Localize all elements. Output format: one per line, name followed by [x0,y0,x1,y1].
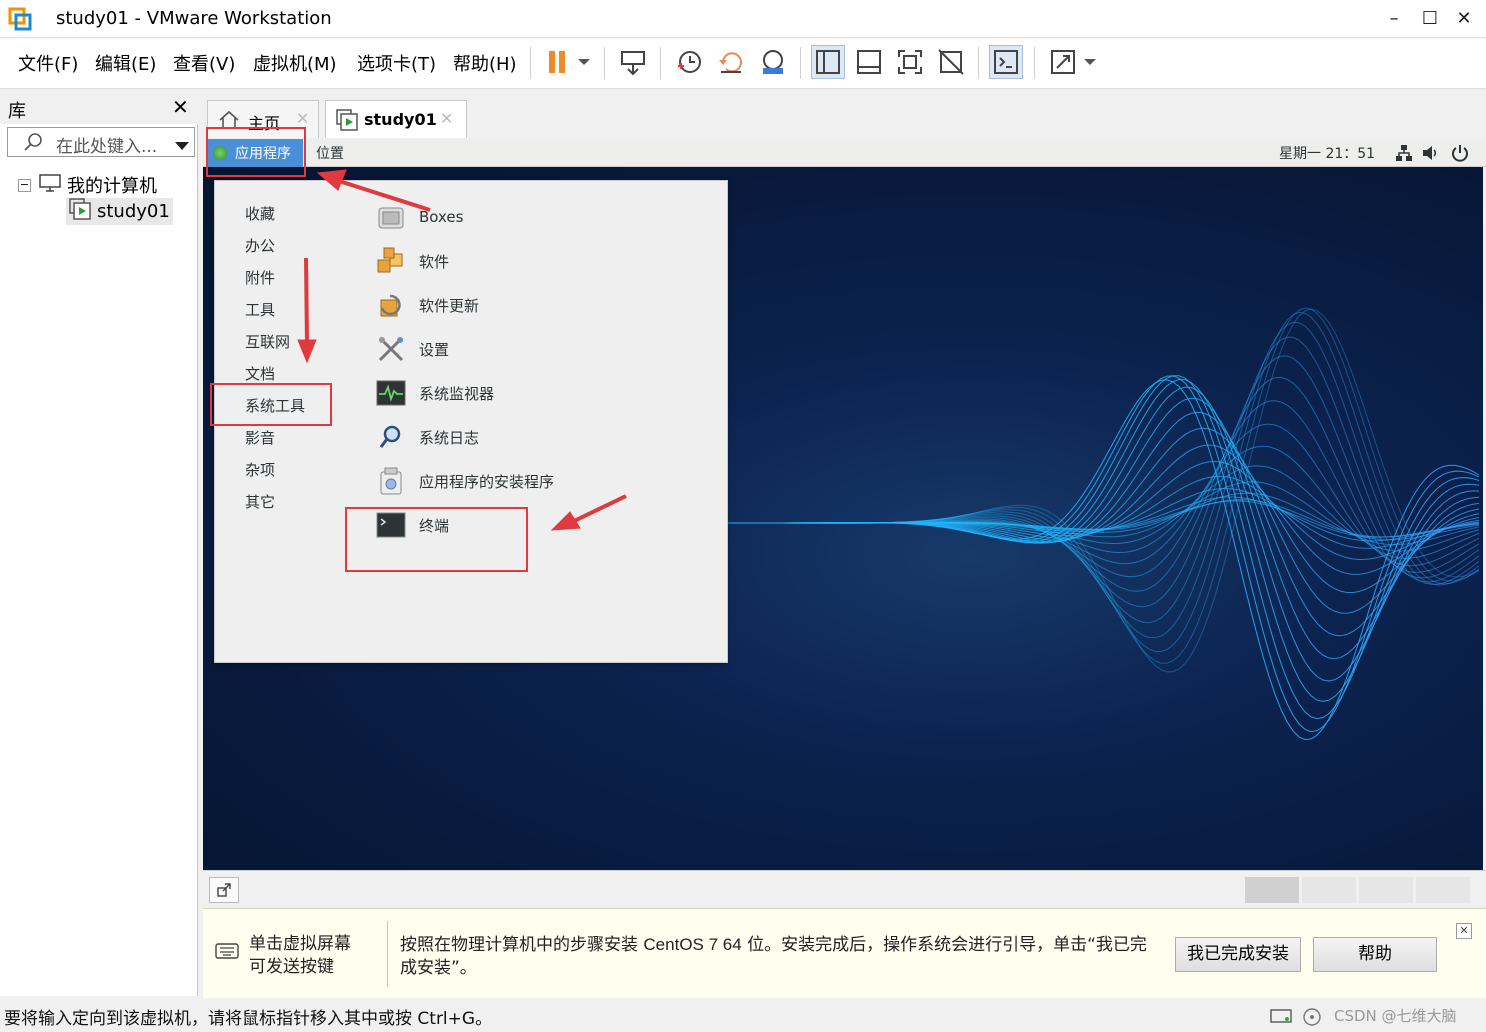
revert-snapshot-icon[interactable] [714,45,748,79]
fullscreen-icon[interactable] [893,45,927,79]
install-hint-bar: 单击虚拟屏幕 可发送按键 按照在物理计算机中的步骤安装 CentOS 7 64 … [203,908,1486,998]
system-monitor-icon [375,377,407,409]
vm-bottom-bar [203,870,1486,908]
software-update-icon [375,289,407,321]
status-bar: 要将输入定向到该虚拟机，请将鼠标指针移入其中或按 Ctrl+G。 CSDN @七… [0,998,1486,1032]
settings-icon [375,333,407,365]
app-system-monitor[interactable]: 系统监视器 [375,375,675,411]
annotation-box-applications [206,127,306,177]
annotation-box-terminal [345,507,528,572]
send-ctrl-alt-del-icon[interactable] [616,45,650,79]
gnome-top-bar: 应用程序 位置 星期一 21：51 [203,139,1486,167]
maximize-button[interactable]: ☐ [1418,8,1442,30]
library-view-icon[interactable] [811,45,845,79]
app-system-log[interactable]: 系统日志 [375,419,675,455]
thumbnail-slot[interactable] [1302,877,1356,903]
pause-dropdown-icon[interactable] [572,45,596,79]
library-close-icon[interactable]: ✕ [172,95,189,119]
library-search-input[interactable]: 在此处键入... [7,127,195,157]
places-menu[interactable]: 位置 [316,143,344,163]
help-button[interactable]: 帮助 [1313,937,1437,972]
tab-study01[interactable]: study01 ✕ [325,100,467,138]
clock[interactable]: 星期一 21：51 [1279,143,1375,163]
tree-label-my-computer: 我的计算机 [67,176,157,197]
category-internet[interactable]: 互联网 [245,331,290,352]
category-documents[interactable]: 文档 [245,363,275,384]
app-software[interactable]: 软件 [375,243,675,279]
divider [387,921,388,987]
network-icon[interactable] [1395,144,1413,166]
tree-label-study01: study01 [97,201,170,222]
app-boxes[interactable]: Boxes [375,199,675,235]
close-hint-icon[interactable]: ✕ [1456,923,1472,939]
install-message: 按照在物理计算机中的步骤安装 CentOS 7 64 位。安装完成后，操作系统会… [400,935,1147,978]
hdd-icon[interactable] [1270,1007,1294,1029]
vm-tab-icon [336,109,360,135]
menu-help[interactable]: 帮助(H) [453,50,517,76]
watermark: CSDN @七维大脑 [1334,1007,1457,1025]
menu-view[interactable]: 查看(V) [173,50,235,76]
system-log-icon [375,421,407,453]
app-installer-icon [375,465,407,497]
app-settings[interactable]: 设置 [375,331,675,367]
tab-close-icon[interactable]: ✕ [296,109,309,128]
search-icon [22,131,44,157]
tab-close-icon[interactable]: ✕ [440,109,453,128]
boxes-icon [375,201,407,233]
category-sound-video[interactable]: 影音 [245,427,275,448]
window-title: study01 - VMware Workstation [56,8,332,29]
pause-icon[interactable] [540,45,574,79]
hint-click-screen: 单击虚拟屏幕 可发送按键 [249,934,351,977]
library-panel: 库 ✕ 在此处键入... − 我的计算机 study01 [0,90,198,996]
unity-icon[interactable] [934,45,968,79]
category-other[interactable]: 其它 [245,491,275,512]
snapshot-manager-icon[interactable] [756,45,790,79]
collapse-icon[interactable]: − [18,178,31,192]
annotation-box-system-tools [210,383,332,426]
close-window-button[interactable]: ✕ [1452,8,1476,30]
library-title: 库 [8,101,26,122]
category-favorites[interactable]: 收藏 [245,203,275,224]
volume-icon[interactable] [1421,144,1439,166]
menu-edit[interactable]: 编辑(E) [95,50,156,76]
keyboard-icon [215,941,239,967]
computer-icon [39,173,61,197]
title-bar: study01 - VMware Workstation – ☐ ✕ [0,0,1486,38]
app-installer[interactable]: 应用程序的安装程序 [375,463,675,499]
category-sundry[interactable]: 杂项 [245,459,275,480]
thumbnail-slot[interactable] [1359,877,1413,903]
done-install-button[interactable]: 我已完成安装 [1175,937,1301,972]
search-dropdown-icon[interactable] [174,136,190,155]
stretch-dropdown-icon[interactable] [1078,45,1102,79]
vmware-logo-icon [8,7,32,31]
thumbnail-slot[interactable] [1245,877,1299,903]
console-view-icon[interactable] [989,45,1023,79]
tree-item-study01[interactable]: study01 [66,198,173,225]
minimize-button[interactable]: – [1382,8,1406,30]
menu-vm[interactable]: 虚拟机(M) [253,50,337,76]
category-tools[interactable]: 工具 [245,299,275,320]
menu-file[interactable]: 文件(F) [18,50,78,76]
category-accessories[interactable]: 附件 [245,267,275,288]
stretch-guest-icon[interactable] [1046,45,1080,79]
thumbnail-bar-icon[interactable] [852,45,886,79]
tree-item-my-computer[interactable]: − 我的计算机 [18,172,157,198]
search-placeholder: 在此处键入... [56,137,158,157]
status-text: 要将输入定向到该虚拟机，请将鼠标指针移入其中或按 Ctrl+G。 [4,1009,493,1029]
vm-icon [69,198,93,225]
thumbnail-slot[interactable] [1416,877,1470,903]
snapshot-icon[interactable] [672,45,706,79]
send-input-icon[interactable] [209,877,239,903]
menu-tabs[interactable]: 选项卡(T) [357,50,436,76]
library-header: 库 ✕ [0,90,198,124]
cd-icon[interactable] [1302,1007,1322,1031]
category-office[interactable]: 办公 [245,235,275,256]
tab-study01-label: study01 [364,110,437,129]
software-icon [375,245,407,277]
power-icon[interactable] [1451,144,1469,166]
menu-bar: 文件(F) 编辑(E) 查看(V) 虚拟机(M) 选项卡(T) 帮助(H) [0,39,1486,89]
app-software-update[interactable]: 软件更新 [375,287,675,323]
